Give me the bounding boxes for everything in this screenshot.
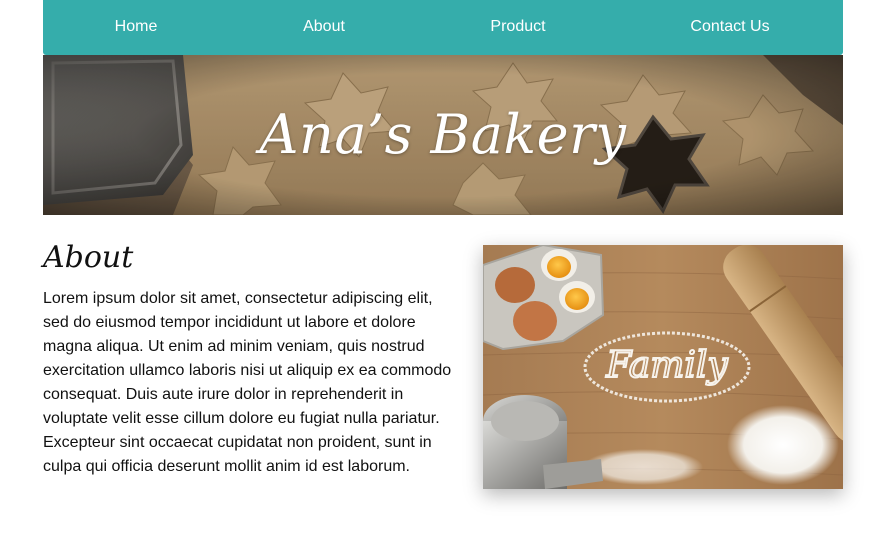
- about-paragraph: Lorem ipsum dolor sit amet, consectetur …: [43, 290, 452, 475]
- baking-table-photo: Family: [483, 245, 843, 489]
- nav-link-home[interactable]: Home: [115, 0, 158, 55]
- hero-banner: Ana’s Bakery: [43, 55, 843, 215]
- nav-link-product[interactable]: Product: [490, 0, 545, 55]
- flour-writing: Family: [605, 345, 728, 386]
- hero-title: Ana’s Bakery: [259, 103, 627, 166]
- nav-link-about[interactable]: About: [303, 0, 345, 55]
- about-heading: About: [43, 240, 134, 275]
- nav-link-contact-us[interactable]: Contact Us: [690, 0, 769, 55]
- top-navigation-bar: Home About Product Contact Us: [43, 0, 843, 55]
